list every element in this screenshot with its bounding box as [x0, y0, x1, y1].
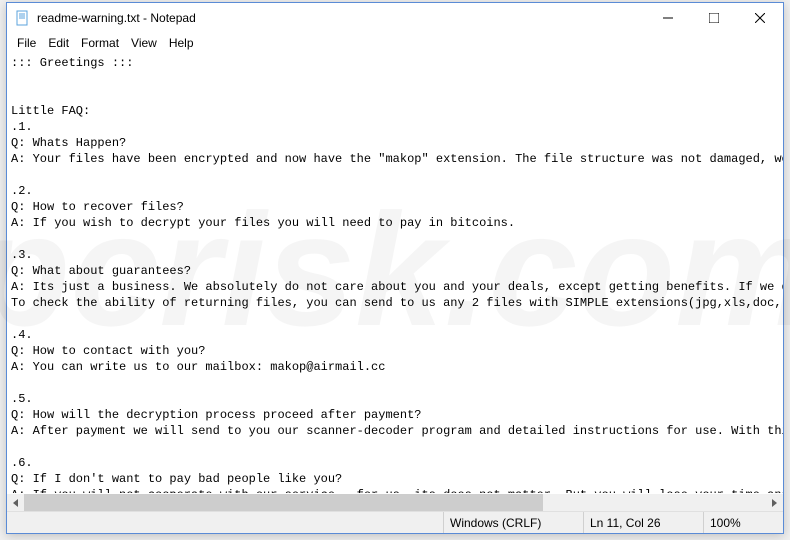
chevron-right-icon: [772, 499, 777, 507]
window-title: readme-warning.txt - Notepad: [37, 11, 645, 25]
status-encoding: Windows (CRLF): [443, 512, 583, 533]
status-zoom: 100%: [703, 512, 783, 533]
close-button[interactable]: [737, 3, 783, 33]
maximize-button[interactable]: [691, 3, 737, 33]
scroll-right-button[interactable]: [766, 494, 783, 511]
menubar: File Edit Format View Help: [7, 33, 783, 53]
scroll-track[interactable]: [24, 494, 766, 511]
text-editor[interactable]: ::: Greetings ::: Little FAQ: .1. Q: Wha…: [11, 55, 783, 493]
menu-format[interactable]: Format: [75, 36, 125, 50]
menu-help[interactable]: Help: [163, 36, 200, 50]
minimize-button[interactable]: [645, 3, 691, 33]
titlebar[interactable]: readme-warning.txt - Notepad: [7, 3, 783, 33]
notepad-window: readme-warning.txt - Notepad File Edit F…: [6, 2, 784, 534]
horizontal-scrollbar[interactable]: [7, 494, 783, 511]
menu-file[interactable]: File: [11, 36, 42, 50]
scroll-thumb[interactable]: [24, 494, 543, 511]
menu-view[interactable]: View: [125, 36, 163, 50]
scroll-left-button[interactable]: [7, 494, 24, 511]
window-controls: [645, 3, 783, 33]
statusbar: Windows (CRLF) Ln 11, Col 26 100%: [7, 511, 783, 533]
chevron-left-icon: [13, 499, 18, 507]
notepad-icon: [15, 10, 31, 26]
menu-edit[interactable]: Edit: [42, 36, 75, 50]
content-area: ::: Greetings ::: Little FAQ: .1. Q: Wha…: [7, 53, 783, 511]
status-position: Ln 11, Col 26: [583, 512, 703, 533]
